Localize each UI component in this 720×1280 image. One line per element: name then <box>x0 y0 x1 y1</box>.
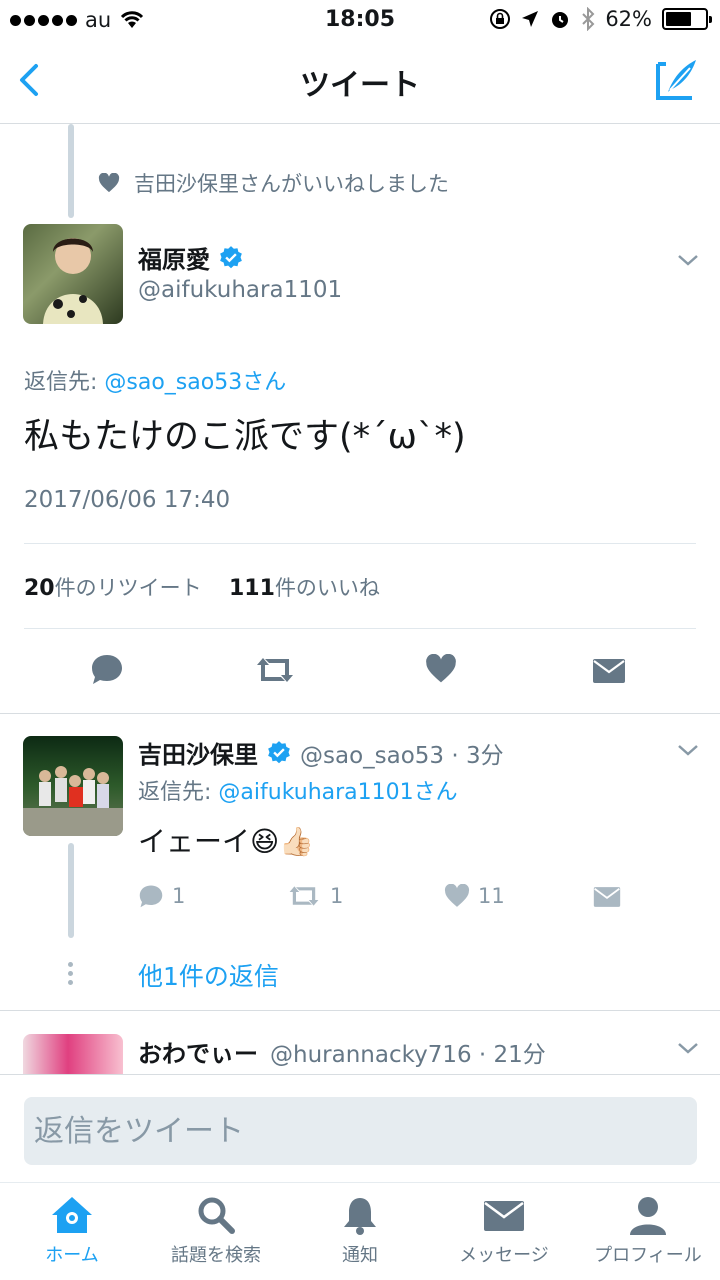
reply-input[interactable] <box>24 1097 697 1165</box>
bell-icon <box>344 1198 376 1235</box>
person-icon <box>630 1197 666 1235</box>
tab-notifications[interactable]: 通知 <box>288 1183 432 1280</box>
thread-line-reply <box>68 843 74 938</box>
main-author[interactable]: 福原愛 <box>138 240 244 275</box>
reply-composer <box>0 1074 720 1182</box>
reply-count: 1 <box>172 884 186 908</box>
main-author-handle: @aifukuhara1101 <box>138 277 343 303</box>
chevron-down-icon[interactable] <box>676 252 700 268</box>
status-bar: au 18:05 62% <box>0 0 720 40</box>
divider <box>0 1010 720 1011</box>
reply1-author-name: 吉田沙保里 <box>138 741 258 769</box>
retweet-count: 1 <box>330 884 344 908</box>
avatar-main[interactable] <box>23 224 123 324</box>
tab-profile[interactable]: プロフィール <box>576 1183 720 1280</box>
rotation-lock-icon <box>490 9 511 29</box>
reply1-reply-action[interactable]: 1 <box>138 884 185 908</box>
tab-label: 通知 <box>342 1245 378 1266</box>
mail-icon <box>484 1201 524 1231</box>
main-tweet-text: 私もたけのこ派です(*´ω`*) <box>24 417 466 457</box>
tab-bar: ホーム 話題を検索 通知 メッセージ プロフィール <box>0 1182 720 1280</box>
reply1-retweet-action[interactable]: 1 <box>286 884 343 908</box>
reply-prefix: 返信先: <box>24 370 105 395</box>
reply-to-link[interactable]: @aifukuhara1101さん <box>218 780 457 805</box>
tab-label: プロフィール <box>594 1245 702 1266</box>
verified-badge-icon <box>220 245 242 268</box>
reply2-author[interactable]: おわでぃー @hurannacky716 · 21分 <box>138 1034 546 1069</box>
thread-line-top <box>68 124 74 218</box>
reply1-reply-to: 返信先: @aifukuhara1101さん <box>138 774 458 806</box>
reply1-like-action[interactable]: 11 <box>444 884 505 908</box>
home-icon <box>52 1197 92 1233</box>
verified-badge-icon <box>268 740 290 763</box>
like-count: 11 <box>478 884 505 908</box>
battery-percent: 62% <box>605 7 652 31</box>
like-count-link[interactable]: 111件のいいね <box>229 576 380 601</box>
avatar-reply2[interactable] <box>23 1034 123 1074</box>
direct-message-icon[interactable] <box>592 658 626 684</box>
reply-prefix: 返信先: <box>138 780 219 805</box>
more-dots-icon <box>68 962 74 985</box>
reply2-author-name: おわでぃー <box>138 1040 258 1068</box>
retweet-count-link[interactable]: 20件のリツイート <box>24 576 202 601</box>
like-icon[interactable] <box>425 654 457 684</box>
alarm-icon <box>552 12 569 28</box>
reply1-author-handle: @sao_sao53 · 3分 <box>300 742 504 769</box>
chevron-down-icon[interactable] <box>676 742 700 758</box>
location-icon <box>522 11 539 27</box>
status-right: 62% <box>489 7 712 31</box>
page-title: ツイート <box>300 68 420 103</box>
reply-icon[interactable] <box>90 653 124 685</box>
liked-by-row: 吉田沙保里さんがいいねしました <box>98 168 449 198</box>
bluetooth-icon <box>582 7 595 31</box>
liked-by-text: 吉田沙保里さんがいいねしました <box>134 172 449 196</box>
direct-message-icon[interactable] <box>593 886 621 908</box>
tab-home[interactable]: ホーム <box>0 1183 144 1280</box>
tab-label: 話題を検索 <box>171 1245 261 1266</box>
reply2-author-handle: @hurannacky716 · 21分 <box>270 1041 546 1068</box>
main-tweet-timestamp: 2017/06/06 17:40 <box>24 487 231 513</box>
search-icon <box>198 1197 235 1234</box>
main-author-name: 福原愛 <box>138 246 210 274</box>
battery-icon <box>662 8 712 30</box>
reply1-text: イェーイ😆👍🏻 <box>138 825 315 858</box>
tab-label: ホーム <box>45 1245 99 1266</box>
engagement-stats: 20件のリツイート 111件のいいね <box>24 572 380 602</box>
retweet-count: 20 <box>24 576 55 601</box>
like-count: 111 <box>229 576 275 601</box>
heart-icon <box>98 173 120 193</box>
retweet-icon <box>289 886 319 906</box>
tab-messages[interactable]: メッセージ <box>432 1183 576 1280</box>
main-reply-to: 返信先: @sao_sao53さん <box>24 364 286 396</box>
like-label: 件のいいね <box>274 576 380 600</box>
avatar-reply1[interactable] <box>23 736 123 836</box>
retweet-label: 件のリツイート <box>54 576 202 600</box>
reply1-author[interactable]: 吉田沙保里 @sao_sao53 · 3分 <box>138 735 504 770</box>
retweet-icon[interactable] <box>253 655 297 685</box>
more-replies-link[interactable]: 他1件の返信 <box>138 957 279 993</box>
divider <box>24 543 696 544</box>
tab-search[interactable]: 話題を検索 <box>144 1183 288 1280</box>
like-icon <box>444 884 470 907</box>
divider <box>24 628 696 629</box>
chevron-down-icon[interactable] <box>676 1040 700 1056</box>
tab-label: メッセージ <box>459 1245 549 1266</box>
divider <box>0 713 720 714</box>
reply-icon <box>139 885 163 908</box>
nav-bar: ツイート <box>0 40 720 124</box>
reply-to-link[interactable]: @sao_sao53さん <box>104 370 286 395</box>
compose-tweet-icon[interactable] <box>654 56 700 102</box>
